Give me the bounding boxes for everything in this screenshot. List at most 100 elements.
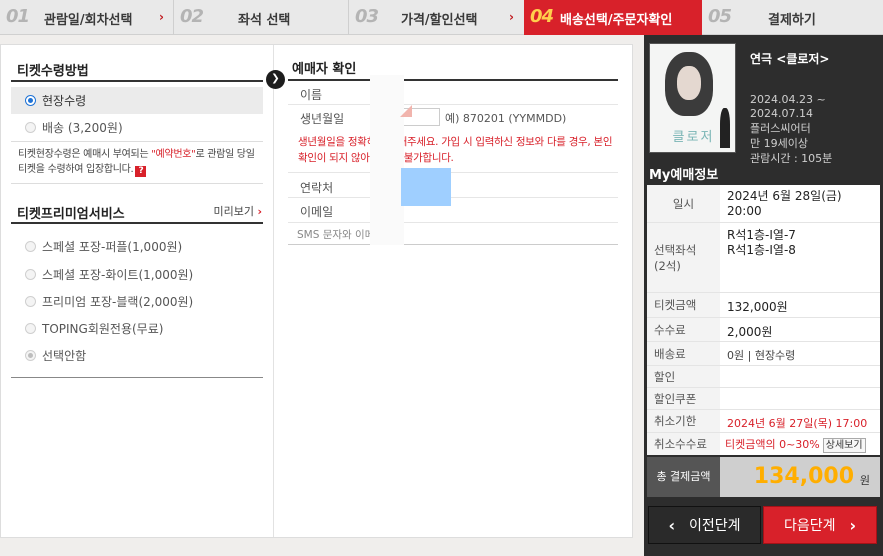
option-none-label: 선택안함 — [42, 349, 87, 363]
show-venue: 플러스씨어터 — [750, 122, 811, 135]
seats-value: R석1층-I열-7 R석1층-I열-8 — [727, 228, 796, 257]
step-3-label: 가격/할인선택 — [401, 13, 478, 28]
step-4-label: 배송선택/주문자확인 — [560, 13, 673, 28]
ticket-price-label: 티켓금액 — [647, 293, 720, 317]
masked-personal-info — [370, 75, 404, 245]
step-3[interactable]: 03 가격/할인선택 › — [349, 0, 524, 35]
booker-title: 예매자 확인 — [292, 62, 357, 77]
ticket-price-value: 132,000원 — [727, 300, 788, 314]
step-5-number: 05 — [708, 6, 732, 27]
total-amount-bar: 총 결제금액 134,000 원 — [647, 457, 880, 497]
option-none[interactable]: 선택안함 — [11, 342, 263, 369]
contact-row: 연락처 — [288, 172, 618, 198]
poster-face — [677, 66, 701, 100]
section-rule — [11, 222, 263, 224]
radio-onsite-pickup[interactable] — [25, 95, 36, 106]
option-onsite-pickup[interactable]: 현장수령 — [11, 87, 263, 114]
step-5[interactable]: 05 결제하기 — [702, 0, 883, 35]
option-black-wrap[interactable]: 프리미엄 포장-블랙(2,000원) — [11, 288, 263, 315]
birthdate-hint: 예) 870201 (YYMMDD) — [445, 112, 567, 125]
premium-service-title: 티켓프리미엄서비스 — [17, 207, 125, 222]
divider — [11, 183, 263, 184]
cancel-deadline-label: 취소기한 — [647, 410, 720, 432]
total-amount-unit: 원 — [859, 474, 870, 487]
delivery-fee-label: 배송료 — [647, 342, 720, 365]
row-coupon: 할인쿠폰 — [647, 388, 880, 410]
cancel-fee-detail-button[interactable]: 상세보기 — [822, 438, 866, 453]
step-1-arrow-icon: › — [159, 10, 164, 24]
option-toping-member[interactable]: TOPING회원전용(무료) — [11, 315, 263, 342]
step-2-number: 02 — [180, 6, 204, 27]
radio-white-wrap[interactable] — [25, 269, 36, 280]
cancel-fee-label: 취소수수료 — [647, 433, 720, 455]
option-toping-member-label: TOPING회원전용(무료) — [42, 322, 164, 336]
row-ticket-price: 티켓금액 132,000원 — [647, 293, 880, 318]
option-white-wrap[interactable]: 스페셜 포장-화이트(1,000원) — [11, 261, 263, 288]
cancel-deadline-value: 2024년 6월 27일(목) 17:00 — [727, 417, 868, 430]
my-booking-table: 일시 2024년 6월 28일(금) 20:00 선택좌석 (2석) R석1층-… — [647, 185, 880, 455]
cancel-fee-text: 티켓금액의 0~30% — [725, 438, 820, 451]
option-black-wrap-label: 프리미엄 포장-블랙(2,000원) — [42, 295, 194, 309]
step-4-number: 04 — [530, 6, 554, 27]
pickup-note-text: 티켓현장수령은 예매시 부여되는 — [18, 149, 152, 160]
chevron-right-icon: › — [849, 515, 857, 535]
step-5-label: 결제하기 — [768, 13, 816, 28]
sms-row: SMS 문자와 이메 — [288, 223, 618, 245]
step-4-current[interactable]: 04 배송선택/주문자확인 — [524, 0, 702, 35]
radio-black-wrap[interactable] — [25, 296, 36, 307]
coupon-label: 할인쿠폰 — [647, 388, 720, 409]
divider — [11, 141, 263, 142]
row-cancel-deadline: 취소기한 2024년 6월 27일(목) 17:00 — [647, 410, 880, 433]
radio-toping-member[interactable] — [25, 323, 36, 334]
preview-link[interactable]: 미리보기 › — [213, 203, 262, 219]
help-icon[interactable]: ? — [135, 166, 147, 177]
previous-step-button[interactable]: ‹ 이전단계 — [648, 506, 761, 544]
poster-title: 클로저 — [672, 130, 715, 145]
row-cancel-fee: 취소수수료 티켓금액의 0~30% 상세보기 — [647, 433, 880, 455]
birth-label: 생년월일 — [300, 112, 345, 126]
column-divider — [273, 45, 274, 537]
step-1-label: 관람일/회차선택 — [44, 13, 133, 28]
show-period: 2024.04.23 ~ 2024.07.14 — [750, 93, 826, 120]
next-step-label: 다음단계 — [783, 518, 836, 534]
radio-purple-wrap[interactable] — [25, 241, 36, 252]
option-onsite-pickup-label: 현장수령 — [42, 94, 87, 108]
next-step-button[interactable]: 다음단계 › — [763, 506, 877, 544]
name-row: 이름 — [288, 81, 618, 105]
fee-label: 수수료 — [647, 318, 720, 341]
cancel-fee-value: 티켓금액의 0~30% 상세보기 — [725, 436, 866, 453]
step-3-arrow-icon: › — [509, 10, 514, 24]
step-2-label: 좌석 선택 — [238, 13, 291, 28]
row-fee: 수수료 2,000원 — [647, 318, 880, 342]
step-1[interactable]: 01 관람일/회차선택 › — [0, 0, 174, 35]
section-rule — [11, 80, 263, 82]
datetime-value: 2024년 6월 28일(금) 20:00 — [727, 189, 842, 218]
step-2[interactable]: 02 좌석 선택 — [174, 0, 349, 35]
step-3-number: 03 — [355, 6, 379, 27]
section-bullet-icon: ❯ — [266, 70, 285, 89]
option-delivery[interactable]: 배송 (3,200원) — [11, 114, 263, 141]
show-title: 연극 <클로저> — [750, 52, 830, 66]
my-booking-title: My예매정보 — [649, 168, 719, 183]
row-discount: 할인 — [647, 366, 880, 388]
name-label: 이름 — [300, 88, 323, 102]
step-bar: 01 관람일/회차선택 › 02 좌석 선택 03 가격/할인선택 › 04 배… — [0, 0, 883, 35]
order-content: 티켓수령방법 현장수령 배송 (3,200원) 티켓현장수령은 예매시 부여되는… — [0, 44, 633, 538]
previous-step-label: 이전단계 — [689, 518, 741, 534]
booking-summary-panel: 클로저 연극 <클로저> 2024.04.23 ~ 2024.07.14 플러스… — [644, 35, 883, 556]
preview-link-label: 미리보기 — [213, 205, 254, 218]
chevron-left-icon: ‹ — [668, 515, 676, 535]
chevron-right-icon: › — [257, 205, 262, 218]
option-purple-wrap[interactable]: 스페셜 포장-퍼플(1,000원) — [11, 233, 263, 260]
show-age: 만 19세이상 — [750, 137, 808, 150]
option-white-wrap-label: 스페셜 포장-화이트(1,000원) — [42, 268, 194, 282]
row-datetime: 일시 2024년 6월 28일(금) 20:00 — [647, 185, 880, 223]
radio-delivery[interactable] — [25, 122, 36, 133]
show-poster: 클로저 — [649, 43, 736, 153]
delivery-fee-value: 0원 | 현장수령 — [727, 349, 796, 362]
radio-none[interactable] — [25, 350, 36, 361]
step-1-number: 01 — [6, 6, 30, 27]
contact-label: 연락처 — [300, 181, 334, 195]
row-seats: 선택좌석 (2석) R석1층-I열-7 R석1층-I열-8 — [647, 223, 880, 293]
ticket-method-title: 티켓수령방법 — [17, 64, 89, 79]
